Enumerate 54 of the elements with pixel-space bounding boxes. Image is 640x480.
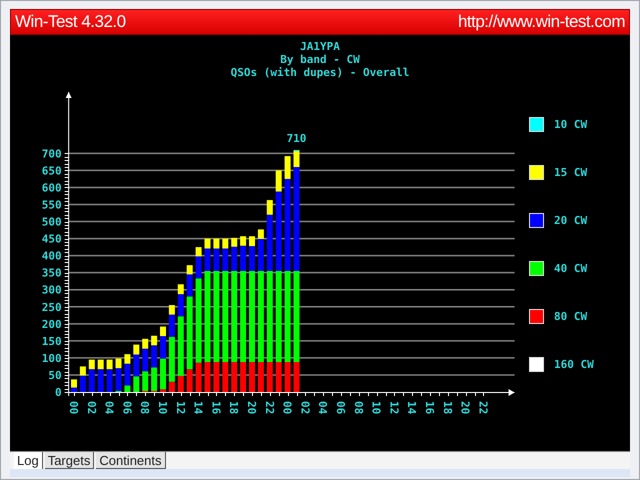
window-title: Win-Test 4.32.0: [15, 12, 126, 32]
axis-tick-label: 02: [298, 401, 312, 414]
axis-tick-label: 450: [42, 232, 62, 246]
legend-label: 40 CW: [554, 262, 588, 274]
legend-label: 10 CW: [554, 118, 588, 130]
axis-tick-label: 12: [387, 401, 400, 414]
axis-tick-label: 20: [245, 401, 258, 414]
axis-tick-label: 06: [120, 401, 134, 414]
tab[interactable]: Continents: [96, 452, 166, 469]
axis-tick-label: 08: [352, 401, 365, 414]
chart-title: QSOs (with dupes) - Overall: [230, 66, 410, 79]
data-label: 710: [286, 132, 306, 145]
axis-tick-label: 700: [42, 147, 62, 160]
axis-tick-label: 500: [42, 216, 62, 229]
tab[interactable]: Log: [14, 452, 43, 469]
axis-tick-label: 00: [280, 401, 294, 414]
axis-tick-label: 400: [42, 250, 62, 263]
axis-tick-label: 12: [174, 401, 187, 414]
tab[interactable]: Targets: [44, 452, 94, 469]
website-url: http://www.win-test.com: [458, 12, 625, 32]
axis-tick-label: 04: [102, 401, 116, 414]
legend-label: 15 CW: [554, 166, 588, 178]
axis-tick-label: 14: [192, 401, 205, 414]
axis-tick-label: 100: [42, 352, 62, 365]
axis-tick-label: 22: [476, 401, 490, 414]
legend-label: 20 CW: [554, 214, 588, 226]
legend-label: 160 CW: [554, 358, 594, 370]
axis-tick-label: 600: [42, 181, 62, 194]
axis-tick-label: 00: [67, 401, 80, 414]
axis-tick-label: 650: [42, 164, 62, 178]
axis-tick-label: 14: [405, 401, 418, 414]
chart-title: By band - CW: [280, 53, 360, 66]
axis-tick-label: 04: [316, 401, 330, 414]
axis-tick-label: 50: [48, 368, 62, 382]
axis-tick-label: 150: [42, 334, 62, 348]
axis-tick-label: 16: [209, 401, 222, 414]
axis-tick-label: 300: [42, 284, 62, 297]
axis-tick-label: 20: [458, 401, 472, 414]
axis-tick-label: 18: [440, 401, 454, 414]
axis-tick-label: 06: [334, 401, 347, 414]
axis-tick-label: 10: [370, 401, 383, 414]
axis-tick-label: 02: [84, 401, 98, 414]
axis-tick-label: 16: [423, 401, 436, 414]
axis-tick-label: 0: [55, 386, 62, 399]
axis-tick-label: 08: [138, 401, 152, 414]
axis-tick-label: 250: [42, 300, 62, 314]
axis-tick-label: 350: [42, 266, 62, 280]
axis-tick-label: 200: [42, 318, 62, 331]
axis-tick-label: 22: [262, 401, 276, 414]
axis-tick-label: 18: [227, 401, 240, 414]
axis-tick-label: 10: [156, 401, 169, 414]
legend-label: 80 CW: [554, 310, 588, 322]
axis-tick-label: 550: [42, 198, 62, 212]
chart-title: JA1YPA: [300, 40, 340, 53]
